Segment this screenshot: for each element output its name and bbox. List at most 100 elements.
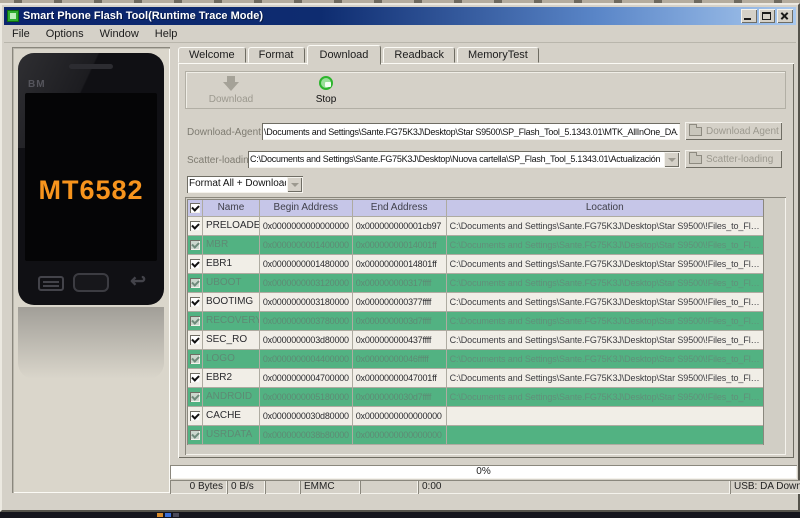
cell-location: C:\Documents and Settings\Sante.FG75K3J\… <box>449 221 763 231</box>
cell-location: C:\Documents and Settings\Sante.FG75K3J\… <box>449 354 763 364</box>
row-checkbox[interactable] <box>188 426 203 444</box>
phone-back-button-icon: ↩ <box>130 271 146 292</box>
title-bar[interactable]: Smart Phone Flash Tool(Runtime Trace Mod… <box>4 7 796 25</box>
stop-icon <box>291 75 361 92</box>
cell-location <box>447 407 763 425</box>
taskbar-icon <box>165 513 171 517</box>
table-row[interactable]: MBR 0x0000000001400000 0x00000000014001f… <box>188 236 763 255</box>
row-checkbox[interactable] <box>188 312 203 330</box>
download-agent-browse-button[interactable]: Download Agent <box>685 122 782 140</box>
row-checkbox[interactable] <box>188 331 203 349</box>
cell-name: SEC_RO <box>203 331 260 349</box>
checkbox-icon <box>189 373 200 383</box>
tab[interactable]: Welcome <box>178 47 246 63</box>
cell-name: PRELOADER <box>203 217 260 235</box>
cell-location: C:\Documents and Settings\Sante.FG75K3J\… <box>449 240 763 250</box>
row-checkbox[interactable] <box>188 274 203 292</box>
table-row[interactable]: PRELOADER 0x0000000000000000 0x000000000… <box>188 217 763 236</box>
download-mode-select[interactable]: Format All + Download <box>187 176 303 193</box>
menu-item[interactable]: Help <box>147 26 186 42</box>
cell-location: C:\Documents and Settings\Sante.FG75K3J\… <box>449 392 763 402</box>
cell-location: C:\Documents and Settings\Sante.FG75K3J\… <box>449 297 763 307</box>
cell-name: UBOOT <box>203 274 260 292</box>
tab[interactable]: Readback <box>383 47 455 63</box>
status-cell: 0:00 <box>418 480 730 494</box>
row-checkbox[interactable] <box>188 388 203 406</box>
cell-end-address: 0x0000000000000000 <box>353 426 447 444</box>
column-header-location: Location <box>585 202 624 213</box>
table-row[interactable]: UBOOT 0x0000000003120000 0x000000000317f… <box>188 274 763 293</box>
cell-location <box>447 426 763 444</box>
checkbox-icon <box>189 430 200 440</box>
checkbox-icon <box>189 240 200 250</box>
table-row[interactable]: RECOVERY 0x0000000003780000 0x0000000003… <box>188 312 763 331</box>
maximize-button[interactable] <box>759 9 775 23</box>
checkbox-icon <box>189 411 200 421</box>
table-row[interactable]: BOOTIMG 0x0000000003180000 0x00000000037… <box>188 293 763 312</box>
download-agent-input[interactable] <box>262 123 680 140</box>
close-button[interactable] <box>777 9 793 23</box>
download-arrow-icon <box>196 75 266 92</box>
checkbox-icon <box>189 392 200 402</box>
cell-location: C:\Documents and Settings\Sante.FG75K3J\… <box>449 278 763 288</box>
cell-name: LOGO <box>203 350 260 368</box>
checkbox-icon <box>189 335 200 345</box>
row-checkbox[interactable] <box>188 217 203 235</box>
download-button[interactable]: Download <box>196 75 266 105</box>
cell-end-address: 0x000000000001cb97 <box>353 217 447 235</box>
device-preview-panel: BM MT6582 ↩ <box>12 47 170 493</box>
cell-name: EBR2 <box>203 369 260 387</box>
app-icon <box>7 10 19 22</box>
table-row[interactable]: ANDROID 0x0000000005180000 0x0000000030d… <box>188 388 763 407</box>
cell-location: C:\Documents and Settings\Sante.FG75K3J\… <box>449 316 763 326</box>
cell-begin-address: 0x0000000003120000 <box>260 274 353 292</box>
status-cell <box>360 480 418 494</box>
scatter-file-combobox[interactable]: C:\Documents and Settings\Sante.FG75K3J\… <box>248 151 680 168</box>
cell-location: C:\Documents and Settings\Sante.FG75K3J\… <box>449 335 763 345</box>
table-row[interactable]: EBR2 0x0000000004700000 0x00000000047001… <box>188 369 763 388</box>
phone-reflection <box>18 307 164 379</box>
row-checkbox[interactable] <box>188 255 203 273</box>
cell-begin-address: 0x0000000001480000 <box>260 255 353 273</box>
checkbox-icon <box>189 259 200 269</box>
chevron-down-icon[interactable] <box>287 177 302 192</box>
menu-item[interactable]: Window <box>92 26 147 42</box>
chevron-down-icon[interactable] <box>664 152 679 167</box>
cell-end-address: 0x00000000046fffff <box>353 350 447 368</box>
checkbox-icon <box>189 278 200 288</box>
column-header-begin: Begin Address <box>260 200 353 216</box>
table-row[interactable]: LOGO 0x0000000004400000 0x00000000046fff… <box>188 350 763 369</box>
menu-item[interactable]: File <box>4 26 38 42</box>
cell-name: USRDATA <box>203 426 260 444</box>
folder-icon <box>689 123 702 136</box>
row-checkbox[interactable] <box>188 293 203 311</box>
tab[interactable]: MemoryTest <box>456 47 539 63</box>
row-checkbox[interactable] <box>188 407 203 425</box>
row-checkbox[interactable] <box>188 236 203 254</box>
tab[interactable]: Download <box>306 45 382 65</box>
checkbox-icon <box>189 316 200 326</box>
cell-end-address: 0x000000000437ffff <box>353 331 447 349</box>
stop-button[interactable]: Stop <box>291 75 361 105</box>
cell-location: C:\Documents and Settings\Sante.FG75K3J\… <box>449 259 763 269</box>
taskbar-icon <box>157 513 163 517</box>
row-checkbox[interactable] <box>188 369 203 387</box>
tab[interactable]: Format <box>247 47 305 63</box>
status-cell: EMMC <box>300 480 360 494</box>
select-all-checkbox[interactable] <box>188 200 203 216</box>
phone-home-button-icon <box>73 273 109 292</box>
app-window: Smart Phone Flash Tool(Runtime Trace Mod… <box>0 3 800 512</box>
minimize-button[interactable] <box>741 9 757 23</box>
table-row[interactable]: CACHE 0x0000000030d80000 0x0000000000000… <box>188 407 763 426</box>
table-row[interactable]: EBR1 0x0000000001480000 0x00000000014801… <box>188 255 763 274</box>
row-checkbox[interactable] <box>188 350 203 368</box>
scatter-file-browse-button[interactable]: Scatter-loading <box>685 150 782 168</box>
cell-begin-address: 0x0000000038b80000 <box>260 426 353 444</box>
cell-end-address: 0x0000000030d7ffff <box>353 388 447 406</box>
table-row[interactable]: USRDATA 0x0000000038b80000 0x00000000000… <box>188 426 763 445</box>
menu-item[interactable]: Options <box>38 26 92 42</box>
table-row[interactable]: SEC_RO 0x0000000003d80000 0x000000000437… <box>188 331 763 350</box>
cell-name: BOOTIMG <box>203 293 260 311</box>
phone-chipset-label: MT6582 <box>38 175 144 205</box>
phone-menu-button-icon <box>38 276 64 291</box>
